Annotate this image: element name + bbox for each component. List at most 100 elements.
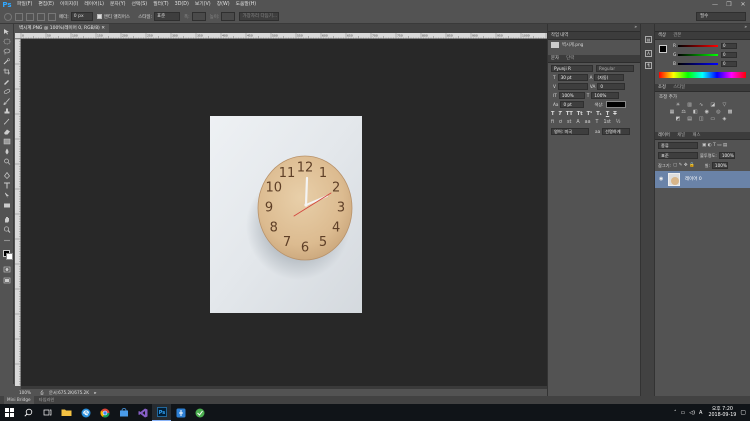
text-antialias-select[interactable]: 선명하게 [602, 128, 631, 135]
tab-layers[interactable]: 레이어 [658, 133, 670, 138]
more-tools-icon[interactable] [3, 237, 11, 244]
file-explorer-icon[interactable] [57, 404, 76, 421]
clone-stamp-tool-icon[interactable] [3, 108, 11, 115]
brush-tool-icon[interactable] [3, 98, 11, 105]
tab-paragraph[interactable]: 단락 [566, 56, 574, 61]
menu-window[interactable]: 창(W) [214, 0, 233, 10]
photoshop-taskbar-icon[interactable]: Ps [152, 404, 171, 421]
swash-button[interactable]: st [567, 120, 571, 125]
levels-icon[interactable]: ▥ [687, 102, 693, 108]
zoom-tool-icon[interactable] [3, 226, 11, 233]
opacity-input[interactable]: 100% [718, 152, 735, 159]
menu-filter[interactable]: 필터(T) [150, 0, 172, 10]
new-selection-icon[interactable] [15, 12, 23, 21]
titling-button[interactable]: T [596, 120, 599, 125]
rectangle-tool-icon[interactable] [3, 202, 11, 209]
green-slider[interactable] [678, 54, 718, 56]
status-arrow-icon[interactable]: ▸ [94, 390, 96, 395]
app-icon-green[interactable] [190, 404, 209, 421]
ordinals-button[interactable]: aa [585, 120, 591, 125]
blur-tool-icon[interactable] [3, 148, 11, 155]
underline-button[interactable]: T [606, 111, 609, 117]
posterize-icon[interactable]: ▤ [687, 116, 693, 122]
red-slider[interactable] [678, 45, 718, 47]
type-tool-icon[interactable] [3, 182, 11, 189]
text-color-swatch[interactable] [605, 101, 626, 108]
menu-view[interactable]: 보기(V) [192, 0, 214, 10]
lasso-tool-icon[interactable] [3, 48, 11, 55]
tab-mini-bridge[interactable]: Mini Bridge [4, 396, 34, 404]
right-panel-collapse-bar[interactable]: » [655, 24, 750, 32]
intersect-selection-icon[interactable] [48, 12, 56, 21]
subtract-selection-icon[interactable] [37, 12, 45, 21]
alternates-button[interactable]: A [576, 120, 579, 125]
tab-channels[interactable]: 채널 [677, 133, 685, 138]
edge-browser-icon[interactable] [76, 404, 95, 421]
kerning-input[interactable] [557, 83, 588, 90]
close-button[interactable]: ✕ [736, 0, 750, 10]
workspace-select[interactable]: 필수 [696, 12, 746, 21]
strikethrough-button[interactable]: T [613, 111, 616, 117]
threshold-icon[interactable]: ◫ [698, 116, 704, 122]
input-language[interactable]: A [699, 410, 702, 416]
lock-icons[interactable]: ▢ ✎ ✥ 🔒 [673, 163, 695, 168]
task-view-icon[interactable] [38, 404, 57, 421]
fraction-button[interactable]: ½ [616, 120, 621, 125]
tab-styles[interactable]: 스타일 [673, 85, 685, 90]
red-value[interactable]: 0 [721, 43, 737, 49]
eyedropper-tool-icon[interactable] [3, 78, 11, 85]
blue-slider[interactable] [678, 63, 718, 65]
color-spectrum-bar[interactable] [659, 72, 746, 78]
vibrance-icon[interactable]: ▽ [721, 102, 727, 108]
tab-timeline[interactable]: 타임라인 [39, 397, 54, 402]
chrome-browser-icon[interactable] [95, 404, 114, 421]
minimize-button[interactable]: — [708, 0, 722, 10]
refine-edge-button[interactable]: 가장자리 다듬기... [239, 12, 280, 21]
horizontal-scale-input[interactable]: 100% [591, 92, 620, 99]
gradient-map-icon[interactable]: ▭ [710, 116, 716, 122]
zoom-level[interactable]: 100% [19, 390, 31, 395]
hand-tool-icon[interactable] [3, 216, 11, 223]
font-style-select[interactable]: Regular [596, 65, 634, 72]
menu-select[interactable]: 선택(S) [129, 0, 151, 10]
antialias-checkbox[interactable] [96, 14, 102, 19]
quick-mask-icon[interactable] [3, 266, 11, 273]
tab-character[interactable]: 문자 [551, 56, 559, 61]
quick-select-tool-icon[interactable] [3, 58, 11, 65]
tab-history[interactable]: 작업 내역 [551, 33, 568, 38]
crop-tool-icon[interactable] [3, 68, 11, 75]
move-tool-icon[interactable] [3, 28, 11, 35]
leading-input[interactable]: (자동) [594, 74, 625, 81]
path-selection-tool-icon[interactable] [3, 192, 11, 199]
menu-3d[interactable]: 3D(D) [172, 0, 192, 10]
menu-edit[interactable]: 편집(E) [35, 0, 57, 10]
exposure-icon[interactable]: ◪ [710, 102, 716, 108]
photo-filter-icon[interactable]: ◉ [704, 109, 710, 115]
faux-bold-button[interactable]: T [551, 111, 554, 117]
maximize-button[interactable]: ❐ [722, 0, 736, 10]
history-panel-icon[interactable]: ▤ [645, 36, 652, 43]
eraser-tool-icon[interactable] [3, 128, 11, 135]
color-balance-icon[interactable]: ⚖ [681, 109, 687, 115]
tab-color[interactable]: 색상 [658, 33, 666, 38]
layer-kind-filter[interactable]: 종류 [658, 142, 698, 149]
gradient-tool-icon[interactable] [3, 138, 11, 145]
notifications-icon[interactable]: ▢ [740, 409, 746, 416]
history-brush-tool-icon[interactable] [3, 118, 11, 125]
marquee-tool-icon[interactable] [3, 38, 11, 45]
document-tab[interactable]: 벽시계.PNG @ 100%(레이어 0, RGB/8) ✕ [15, 24, 110, 33]
layer-visibility-eye-icon[interactable]: ◉ [659, 176, 663, 182]
width-input[interactable] [191, 12, 206, 21]
filter-icons[interactable]: ▣ ◐ T ▭ ▤ [702, 143, 727, 148]
document-canvas-image[interactable]: 12 1 2 3 4 5 6 7 8 9 10 11 [210, 116, 362, 313]
panel-collapse-bar[interactable]: » [548, 24, 640, 32]
ligature-button[interactable]: fi [551, 120, 554, 125]
screen-mode-icon[interactable] [3, 277, 11, 284]
network-icon[interactable]: ▭ [680, 410, 685, 416]
color-fg-swatch[interactable] [659, 45, 667, 53]
blue-value[interactable]: 0 [721, 61, 737, 67]
channel-mixer-icon[interactable]: ◎ [715, 109, 721, 115]
visual-studio-icon[interactable] [133, 404, 152, 421]
color-lookup-icon[interactable]: ▩ [727, 109, 733, 115]
tab-paths[interactable]: 패스 [693, 133, 701, 138]
